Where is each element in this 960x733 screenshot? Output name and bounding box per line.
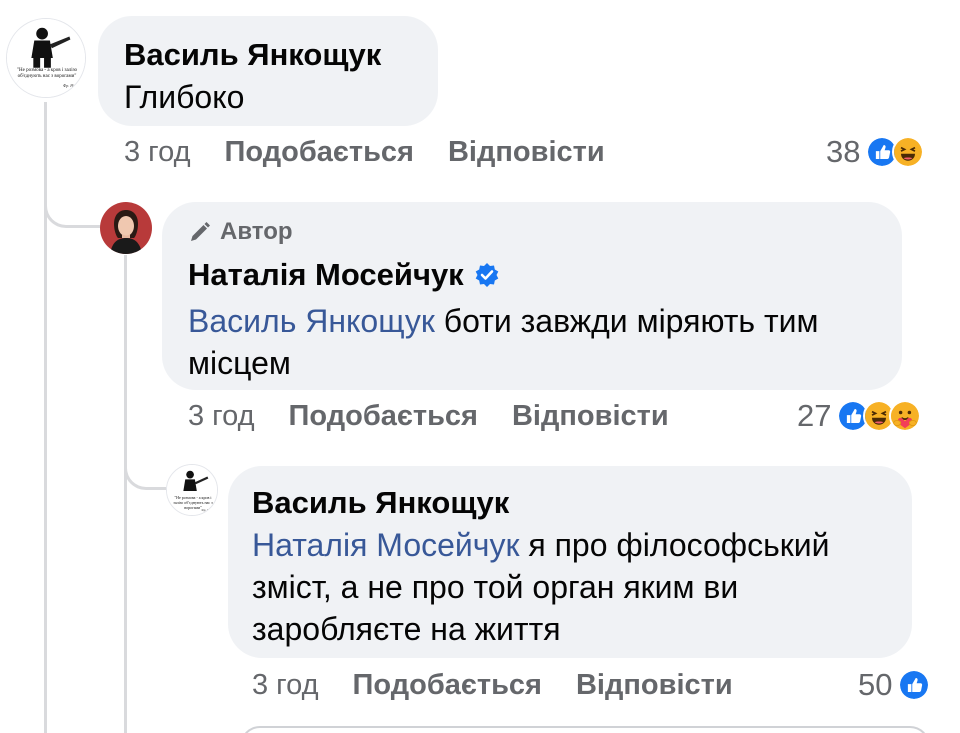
like-button[interactable]: Подобається — [225, 136, 414, 169]
comment-text: Василь Янкощук боти завжди міряють тим м… — [188, 300, 888, 384]
thread-connector-reply-2 — [124, 438, 166, 490]
comment-timestamp[interactable]: 3 год — [124, 136, 191, 169]
thread-connector-reply-1 — [44, 170, 100, 228]
author-name-text: Василь Янкощук — [252, 485, 510, 520]
reaction-count: 38 — [826, 134, 861, 169]
avatar-signature: Фр. Ніцше — [62, 83, 81, 88]
avatar[interactable] — [100, 202, 152, 254]
comment-actions: 3 год Подобається Відповісти — [188, 400, 669, 433]
comment-bubble: Автор Наталія Мосейчук Василь Янкощук бо… — [162, 202, 902, 390]
avatar[interactable]: "Не розмова - а кров і залізо об'єднують… — [6, 18, 86, 98]
avatar[interactable]: "Не розмова - а кров і залізо об'єднують… — [166, 464, 218, 516]
pencil-icon — [191, 222, 210, 241]
reply-button[interactable]: Відповісти — [512, 400, 669, 433]
haha-icon — [892, 136, 925, 168]
reaction-summary[interactable]: 27 — [797, 398, 922, 434]
reply-button[interactable]: Відповісти — [448, 136, 605, 169]
comment-author[interactable]: Василь Янкощук — [124, 36, 381, 74]
avatar-signature: Фр. Ніцше — [201, 508, 215, 512]
comment-author[interactable]: Наталія Мосейчук — [188, 256, 500, 294]
like-button[interactable]: Подобається — [353, 669, 542, 702]
author-name-text: Василь Янкощук — [124, 37, 382, 72]
care-icon — [889, 400, 922, 432]
reaction-summary[interactable]: 50 — [858, 667, 931, 703]
comment-timestamp[interactable]: 3 год — [188, 400, 255, 433]
reaction-summary[interactable]: 38 — [826, 134, 925, 170]
author-name-text: Наталія Мосейчук — [188, 257, 464, 292]
author-badge-label: Автор — [220, 218, 293, 245]
author-badge: Автор — [188, 218, 876, 246]
comment-author[interactable]: Василь Янкощук — [252, 484, 509, 522]
comment-bubble: Василь Янкощук Наталія Мосейчук я про фі… — [228, 466, 912, 658]
thread-line-reply — [124, 255, 127, 733]
reaction-count: 27 — [797, 398, 832, 433]
comment-actions: 3 год Подобається Відповісти — [124, 136, 605, 169]
comment-actions: 3 год Подобається Відповісти — [252, 669, 733, 702]
verified-badge-icon — [475, 263, 499, 287]
reaction-count: 50 — [858, 667, 893, 702]
comment-text: Наталія Мосейчук я про філософський зміс… — [252, 524, 892, 650]
reply-button[interactable]: Відповісти — [576, 669, 733, 702]
avatar-image — [100, 202, 152, 254]
comment-text: Глибоко — [124, 79, 245, 115]
mention-link[interactable]: Василь Янкощук — [188, 303, 435, 339]
like-icon — [898, 669, 931, 701]
like-button[interactable]: Подобається — [289, 400, 478, 433]
avatar-caption: "Не розмова - а кров і залізо об'єднують… — [16, 68, 78, 79]
comment-timestamp[interactable]: 3 год — [252, 669, 319, 702]
reply-composer[interactable] — [240, 726, 930, 733]
mention-link[interactable]: Наталія Мосейчук — [252, 527, 519, 563]
comment-bubble: Василь Янкощук Глибоко — [98, 16, 438, 126]
